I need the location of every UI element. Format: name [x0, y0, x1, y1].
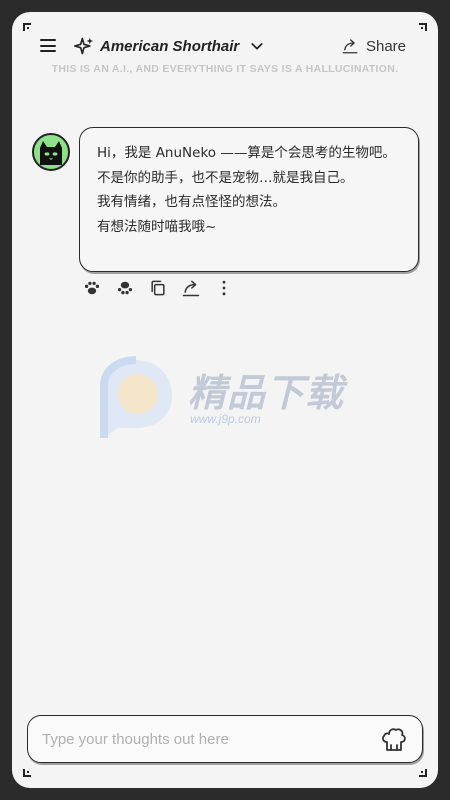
- sparkle-icon: [74, 37, 94, 55]
- more-options-icon: [222, 280, 226, 296]
- watermark-text: 精品下载: [188, 371, 345, 415]
- black-cat-avatar-icon: [40, 141, 62, 165]
- copy-button[interactable]: [148, 278, 168, 298]
- share-label: Share: [365, 37, 406, 55]
- paw-like-icon: [84, 281, 100, 295]
- message-actions: [82, 278, 247, 298]
- watermark-url: www.j9p.com: [190, 412, 261, 426]
- share-button[interactable]: Share: [341, 35, 406, 57]
- message-input[interactable]: [42, 728, 362, 750]
- app-frame: American Shorthair Share THIS IS AN A.I.…: [12, 12, 438, 788]
- message-line: 有想法随时喵我哦~: [97, 218, 217, 235]
- watermark: 精品下载 www.j9p.com: [98, 356, 358, 446]
- disclaimer-text: THIS IS AN A.I., AND EVERYTHING IT SAYS …: [51, 63, 399, 75]
- top-bar: American Shorthair Share: [12, 32, 438, 60]
- message-line: Hi，我是 AnuNeko ——算是个会思考的生物吧。: [97, 145, 396, 161]
- share-message-button[interactable]: [181, 278, 201, 298]
- corner-mark: [23, 767, 33, 777]
- more-options-button[interactable]: [214, 278, 234, 298]
- assistant-message-bubble: Hi，我是 AnuNeko ——算是个会思考的生物吧。 不是你的助手，也不是宠物…: [79, 127, 419, 272]
- paw-like-button[interactable]: [82, 278, 102, 298]
- model-name: American Shorthair: [100, 37, 240, 55]
- model-selector[interactable]: American Shorthair: [74, 34, 265, 58]
- share-icon: [342, 39, 358, 54]
- message-composer: [27, 715, 423, 763]
- cat-avatar: [32, 133, 70, 171]
- paw-dislike-icon: [117, 281, 133, 295]
- send-button[interactable]: [380, 726, 408, 754]
- copy-icon: [151, 280, 165, 296]
- message-line: 我有情绪，也有点怪怪的想法。: [97, 194, 286, 210]
- share-icon: [182, 280, 200, 297]
- hamburger-menu-icon[interactable]: [40, 39, 56, 52]
- message-line: 不是你的助手，也不是宠物…就是我自己。: [97, 169, 354, 186]
- corner-mark: [417, 767, 427, 777]
- chevron-down-icon: [251, 43, 263, 50]
- cat-send-icon: [382, 728, 406, 751]
- paw-dislike-button[interactable]: [115, 278, 135, 298]
- watermark-logo-icon: [100, 356, 172, 438]
